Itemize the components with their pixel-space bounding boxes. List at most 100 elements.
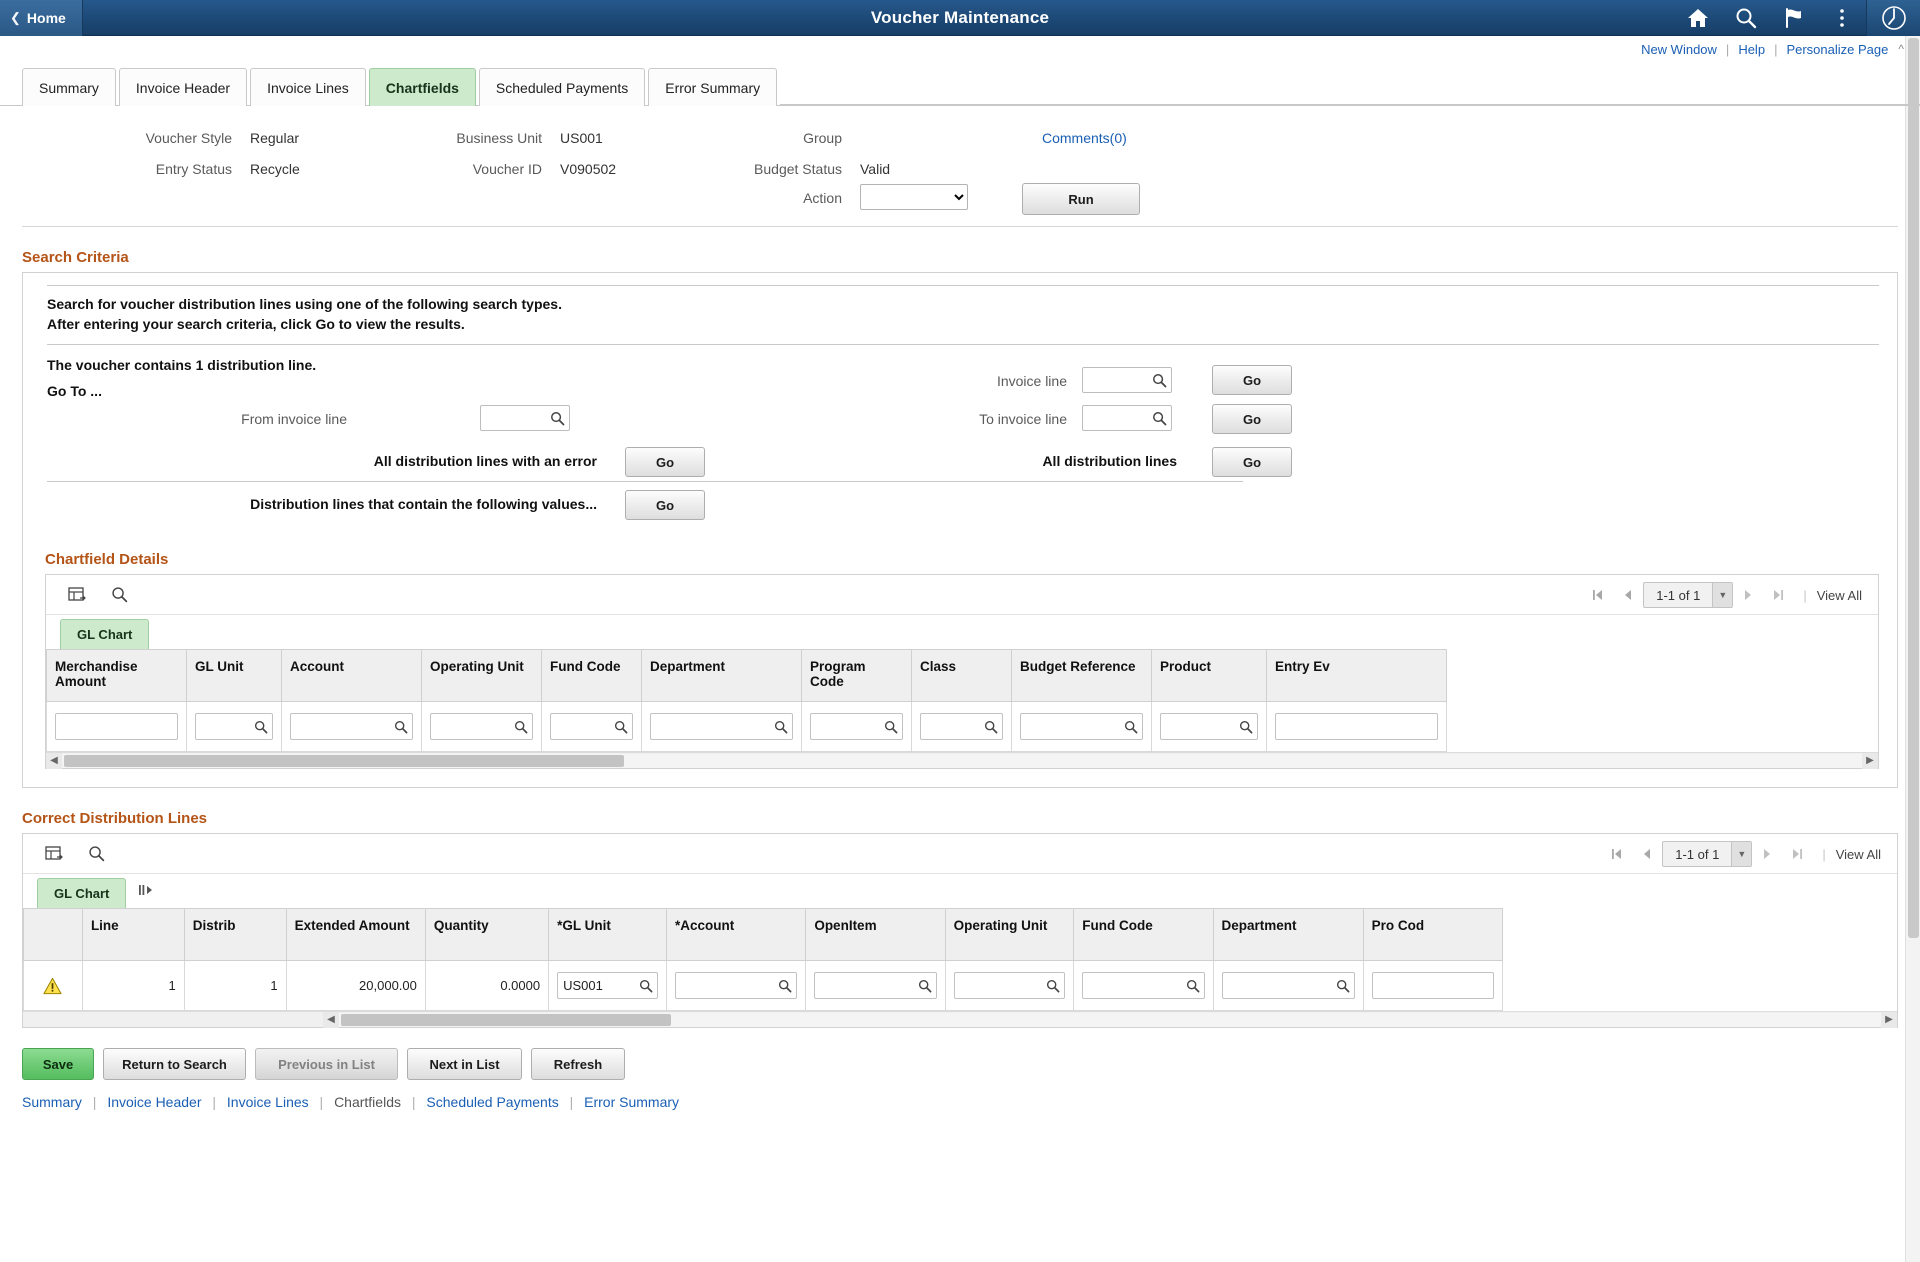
cell-program-code [801,701,912,752]
home-icon[interactable] [1674,0,1722,36]
last-page-icon[interactable] [1763,580,1793,610]
col-extended-amount: Extended Amount [285,908,426,961]
tab-invoice-lines[interactable]: Invoice Lines [250,68,366,106]
chevron-down-icon[interactable]: ▼ [1712,583,1733,607]
next-page-icon[interactable] [1752,839,1782,869]
distribution-horizontal-scrollbar[interactable]: ◀ ▶ [23,1011,1897,1028]
distribution-view-all-link[interactable]: View All [1836,847,1881,862]
operating-unit-lookup-icon[interactable] [1044,977,1062,995]
previous-page-icon[interactable] [1632,839,1662,869]
scroll-left-icon[interactable]: ◀ [323,1011,339,1028]
budget-reference-lookup-icon[interactable] [1122,718,1140,736]
footer-link-scheduled-payments[interactable]: Scheduled Payments [426,1094,558,1110]
comments-link[interactable]: Comments(0) [1042,130,1127,146]
header-divider [22,226,1898,227]
actions-menu-icon[interactable] [1818,0,1866,36]
all-lines-with-error-go-button[interactable]: Go [625,447,705,477]
find-icon[interactable] [104,580,134,610]
save-button[interactable]: Save [22,1048,94,1080]
gl-unit-lookup-icon[interactable] [637,977,655,995]
contains-values-go-button[interactable]: Go [625,490,705,520]
return-to-search-button[interactable]: Return to Search [103,1048,246,1080]
action-select[interactable] [860,184,968,210]
operating-unit-lookup-icon[interactable] [512,718,530,736]
last-page-icon[interactable] [1782,839,1812,869]
next-in-list-button[interactable]: Next in List [407,1048,522,1080]
entry-event-input[interactable] [1275,713,1438,740]
chartfield-view-all-link[interactable]: View All [1817,588,1862,603]
chevron-down-icon[interactable]: ▼ [1731,842,1752,866]
tab-summary[interactable]: Summary [22,68,116,106]
page-scrollbar[interactable] [1905,36,1920,1262]
warning-icon[interactable] [32,977,74,995]
page-scrollbar-thumb[interactable] [1908,38,1919,938]
department-lookup-icon[interactable] [772,718,790,736]
table-row [46,701,1447,752]
scroll-right-icon[interactable]: ▶ [1881,1011,1897,1028]
first-page-icon[interactable] [1583,580,1613,610]
gl-unit-lookup-icon[interactable] [252,718,270,736]
product-lookup-icon[interactable] [1237,718,1255,736]
chartfield-page-range-selector[interactable]: 1-1 of 1 ▼ [1643,582,1734,608]
fund-code-lookup-icon[interactable] [1184,977,1202,995]
distribution-page-range-selector[interactable]: 1-1 of 1 ▼ [1662,841,1753,867]
fund-code-lookup-icon[interactable] [612,718,630,736]
to-invoice-line-lookup-icon[interactable] [1150,409,1168,427]
cell-operating-unit [421,701,542,752]
invoice-line-field[interactable] [1082,367,1172,393]
previous-in-list-button[interactable]: Previous in List [255,1048,398,1080]
distribution-scroll-track[interactable] [339,1012,1881,1027]
department-lookup-icon[interactable] [1334,977,1352,995]
footer-link-invoice-lines[interactable]: Invoice Lines [227,1094,309,1110]
footer-link-error-summary[interactable]: Error Summary [584,1094,679,1110]
program-code-lookup-icon[interactable] [882,718,900,736]
tab-chartfields[interactable]: Chartfields [368,68,476,106]
account-lookup-icon[interactable] [776,977,794,995]
search-icon[interactable] [1722,0,1770,36]
tab-invoice-header[interactable]: Invoice Header [118,68,248,106]
tab-scheduled-payments[interactable]: Scheduled Payments [478,68,646,106]
from-invoice-line-field[interactable] [480,405,570,431]
chartfield-scroll-thumb[interactable] [64,754,624,767]
nav-bar-icon[interactable] [1866,0,1920,36]
next-page-icon[interactable] [1733,580,1763,610]
collapse-caret-icon[interactable]: ^ [1898,42,1904,56]
scroll-right-icon[interactable]: ▶ [1862,752,1878,769]
notification-flag-icon[interactable] [1770,0,1818,36]
expand-all-columns-icon[interactable] [138,883,154,902]
find-icon[interactable] [81,839,111,869]
distribution-gl-chart-tab[interactable]: GL Chart [37,878,127,908]
account-lookup-icon[interactable] [392,718,410,736]
home-button[interactable]: ❮ Home [0,0,83,36]
grid-personalize-icon[interactable] [62,580,92,610]
class-lookup-icon[interactable] [982,718,1000,736]
previous-page-icon[interactable] [1613,580,1643,610]
chartfield-scroll-track[interactable] [62,753,1862,768]
to-invoice-line-go-button[interactable]: Go [1212,404,1292,434]
first-page-icon[interactable] [1602,839,1632,869]
distribution-program-code-input[interactable] [1371,972,1494,999]
refresh-button[interactable]: Refresh [531,1048,625,1080]
all-distribution-lines-go-button[interactable]: Go [1212,447,1292,477]
to-invoice-line-field[interactable] [1082,405,1172,431]
scroll-left-icon[interactable]: ◀ [46,752,62,769]
chartfield-gl-chart-tab[interactable]: GL Chart [60,619,150,649]
help-link[interactable]: Help [1738,42,1765,57]
run-button[interactable]: Run [1022,183,1140,215]
personalize-page-link[interactable]: Personalize Page [1786,42,1888,57]
cell-account [665,960,807,1011]
from-invoice-line-lookup-icon[interactable] [548,409,566,427]
openitem-lookup-icon[interactable] [916,977,934,995]
grid-personalize-icon[interactable] [39,839,69,869]
new-window-link[interactable]: New Window [1641,42,1717,57]
footer-link-summary[interactable]: Summary [22,1094,82,1110]
distribution-scroll-thumb[interactable] [341,1013,671,1026]
criteria-instruction-line2: After entering your search criteria, cli… [47,316,465,332]
merchandise-amount-input[interactable] [55,713,178,740]
footer-link-invoice-header[interactable]: Invoice Header [107,1094,201,1110]
voucher-id-label: Voucher ID [472,161,542,177]
tab-error-summary[interactable]: Error Summary [648,68,778,106]
invoice-line-lookup-icon[interactable] [1150,371,1168,389]
invoice-line-go-button[interactable]: Go [1212,365,1292,395]
chartfield-horizontal-scrollbar[interactable]: ◀ ▶ [46,752,1878,769]
